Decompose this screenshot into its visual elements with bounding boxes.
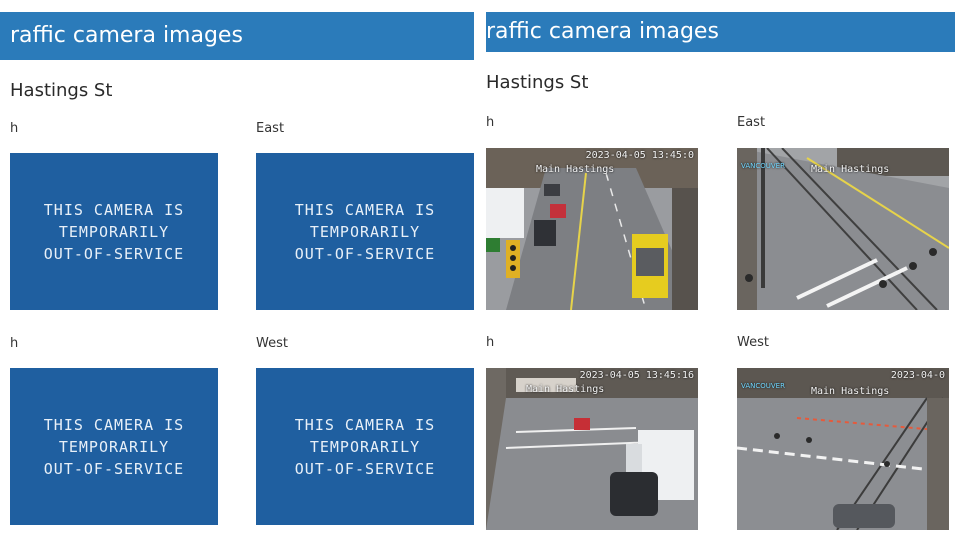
camera-label-south: h xyxy=(10,336,19,351)
page-title: raffic camera images xyxy=(486,19,719,44)
camera-label-east: East xyxy=(256,121,285,136)
page-header-banner: raffic camera images xyxy=(0,12,474,60)
status-line: TEMPORARILY xyxy=(58,437,170,456)
status-line: OUT-OF-SERVICE xyxy=(43,244,185,263)
camera-feed-west[interactable]: VANCOUVER 2023-04-0 Main Hastings xyxy=(737,368,949,530)
status-line: OUT-OF-SERVICE xyxy=(43,459,185,478)
street-heading: Hastings St xyxy=(10,80,113,101)
out-of-service-message: THIS CAMERA IS TEMPORARILY OUT-OF-SERVIC… xyxy=(256,368,474,525)
out-of-service-message: THIS CAMERA IS TEMPORARILY OUT-OF-SERVIC… xyxy=(10,368,218,525)
camera-brand-logo: VANCOUVER xyxy=(741,162,785,170)
status-line: OUT-OF-SERVICE xyxy=(294,459,436,478)
status-line: THIS CAMERA IS xyxy=(43,200,185,219)
screenshot-left-panel: raffic camera images Hastings St h East … xyxy=(0,0,480,551)
camera-label-west: West xyxy=(737,335,769,350)
status-line: TEMPORARILY xyxy=(309,222,421,241)
camera-location-name: Main Hastings xyxy=(811,164,890,175)
camera-feed-east[interactable]: VANCOUVER Main Hastings xyxy=(737,148,949,310)
page-title: raffic camera images xyxy=(10,23,243,48)
street-heading: Hastings St xyxy=(486,72,589,93)
camera-feed-north[interactable]: 2023-04-05 13:45:0 Main Hastings xyxy=(486,148,698,310)
status-line: TEMPORARILY xyxy=(309,437,421,456)
camera-brand-logo: VANCOUVER xyxy=(741,382,785,390)
page-header-banner: raffic camera images xyxy=(486,12,955,52)
camera-tile-west-out-of-service[interactable]: THIS CAMERA IS TEMPORARILY OUT-OF-SERVIC… xyxy=(256,368,474,525)
out-of-service-message: THIS CAMERA IS TEMPORARILY OUT-OF-SERVIC… xyxy=(256,153,474,310)
camera-location-name: Main Hastings xyxy=(536,164,615,175)
camera-tile-east-out-of-service[interactable]: THIS CAMERA IS TEMPORARILY OUT-OF-SERVIC… xyxy=(256,153,474,310)
camera-label-south: h xyxy=(486,335,495,350)
camera-feed-south[interactable]: 2023-04-05 13:45:16 Main Hastings xyxy=(486,368,698,530)
status-line: TEMPORARILY xyxy=(58,222,170,241)
status-line: THIS CAMERA IS xyxy=(294,200,436,219)
camera-location-name: Main Hastings xyxy=(526,384,605,395)
screenshot-right-panel: raffic camera images Hastings St h East … xyxy=(480,0,960,551)
status-line: THIS CAMERA IS xyxy=(43,415,185,434)
camera-label-north: h xyxy=(486,115,495,130)
camera-timestamp: 2023-04-0 xyxy=(890,370,945,381)
camera-label-north: h xyxy=(10,121,19,136)
status-line: THIS CAMERA IS xyxy=(294,415,436,434)
camera-timestamp: 2023-04-05 13:45:16 xyxy=(579,370,694,381)
out-of-service-message: THIS CAMERA IS TEMPORARILY OUT-OF-SERVIC… xyxy=(10,153,218,310)
camera-timestamp: 2023-04-05 13:45:0 xyxy=(585,150,694,161)
camera-label-east: East xyxy=(737,115,766,130)
camera-location-name: Main Hastings xyxy=(811,386,890,397)
camera-tile-north-out-of-service[interactable]: THIS CAMERA IS TEMPORARILY OUT-OF-SERVIC… xyxy=(10,153,218,310)
camera-tile-south-out-of-service[interactable]: THIS CAMERA IS TEMPORARILY OUT-OF-SERVIC… xyxy=(10,368,218,525)
status-line: OUT-OF-SERVICE xyxy=(294,244,436,263)
camera-label-west: West xyxy=(256,336,288,351)
